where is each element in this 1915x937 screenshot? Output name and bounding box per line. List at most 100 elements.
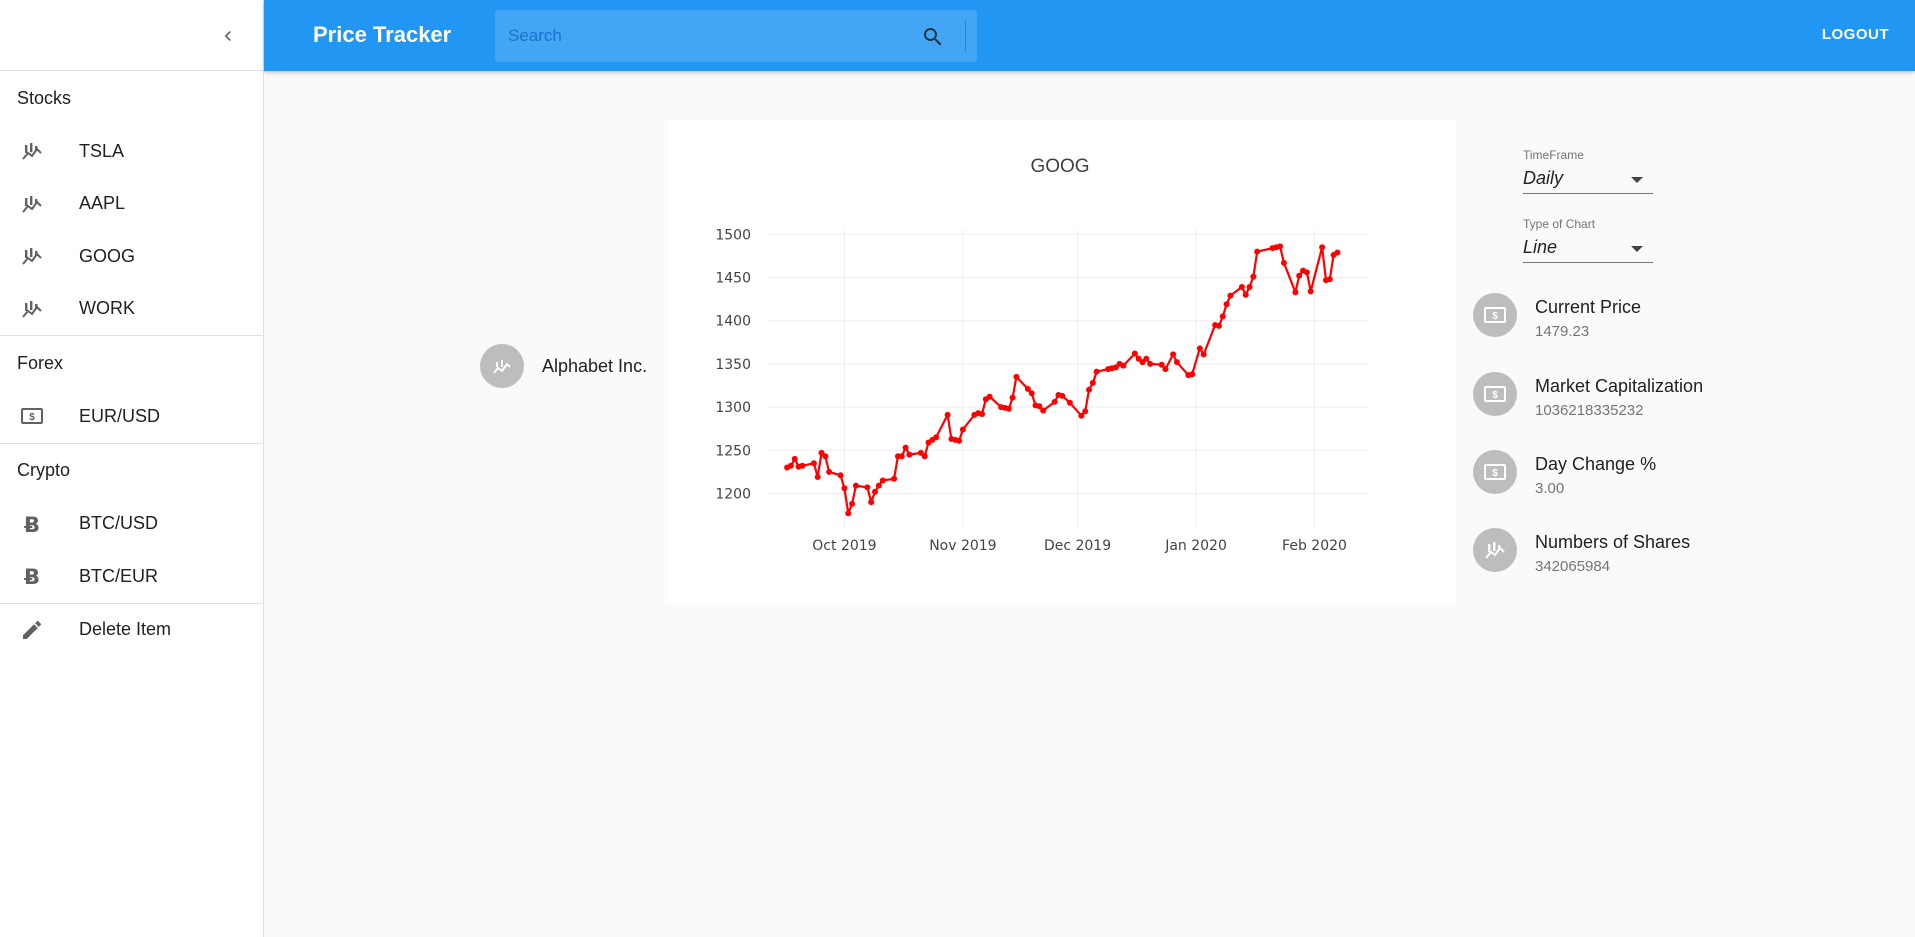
- svg-text:Ƀ: Ƀ: [24, 565, 40, 588]
- sidebar-item-work[interactable]: WORK: [0, 283, 263, 336]
- data-point: [1162, 366, 1169, 373]
- data-point: [1059, 392, 1066, 399]
- logout-button[interactable]: LOGOUT: [1822, 26, 1889, 43]
- data-point: [1131, 350, 1138, 357]
- stat-numbers-of-shares: Numbers of Shares 342065984: [1473, 528, 1690, 575]
- data-point: [1246, 284, 1253, 291]
- data-point: [1254, 248, 1261, 255]
- svg-text:$: $: [1492, 390, 1498, 401]
- sidebar-item-label: WORK: [79, 298, 135, 319]
- sidebar-section-crypto: Crypto Ƀ BTC/USD Ƀ BTC/EUR: [0, 444, 263, 604]
- chart-icon: [0, 192, 79, 216]
- chevron-left-icon: [224, 31, 231, 41]
- search-button[interactable]: [919, 23, 947, 51]
- y-tick-label: 1500: [715, 227, 751, 243]
- chart-icon: [0, 297, 79, 321]
- data-point: [872, 488, 879, 495]
- data-point: [1303, 269, 1310, 276]
- data-point: [933, 434, 940, 441]
- data-point: [898, 453, 905, 460]
- stat-value: 1479.23: [1535, 323, 1590, 340]
- search-input[interactable]: [508, 10, 908, 62]
- sidebar-item-label: GOOG: [79, 245, 136, 266]
- pencil-icon: [0, 618, 79, 642]
- sidebar-header: [0, 0, 263, 71]
- sidebar-section-header: Crypto: [17, 460, 71, 480]
- sidebar-item-label: EUR/USD: [79, 405, 161, 426]
- data-point: [841, 485, 848, 492]
- data-point: [1223, 301, 1230, 308]
- chart-title: GOOG: [1030, 156, 1089, 177]
- stat-current-price: $ Current Price 1479.23: [1473, 293, 1641, 340]
- data-point: [1147, 360, 1154, 367]
- y-tick-label: 1450: [715, 271, 751, 287]
- timeframe-label: TimeFrame: [1523, 148, 1584, 162]
- chart-icon: [493, 360, 511, 374]
- sidebar-item-tsla[interactable]: TSLA: [0, 125, 263, 178]
- y-tick-label: 1300: [715, 400, 751, 416]
- collapse-sidebar-button[interactable]: [212, 20, 244, 52]
- data-point: [787, 462, 794, 469]
- chart-type-select[interactable]: Line: [1523, 235, 1653, 263]
- search-icon: [924, 28, 942, 46]
- y-tick-label: 1250: [715, 443, 751, 459]
- data-point: [1196, 345, 1203, 352]
- data-point: [791, 455, 798, 462]
- stat-market-capitalization: $ Market Capitalization 1036218335232: [1473, 372, 1703, 419]
- data-point: [986, 393, 993, 400]
- data-point: [906, 451, 913, 458]
- data-point: [799, 462, 806, 469]
- data-point: [1005, 405, 1012, 412]
- dropdown-caret-icon: [1631, 246, 1643, 252]
- data-point: [1292, 289, 1299, 296]
- sidebar-section-header: Stocks: [17, 87, 72, 108]
- timeframe-select[interactable]: Daily: [1523, 166, 1653, 194]
- money-icon: $: [1473, 293, 1517, 337]
- stat-day-change: $ Day Change % 3.00: [1473, 450, 1656, 497]
- data-point: [1009, 394, 1016, 401]
- data-point: [1120, 362, 1127, 369]
- data-point: [1227, 292, 1234, 299]
- data-point: [1086, 386, 1093, 393]
- data-point: [1200, 351, 1207, 358]
- svg-text:Ƀ: Ƀ: [24, 513, 40, 536]
- data-point: [1326, 276, 1333, 283]
- data-point: [979, 410, 986, 417]
- sidebar-item-btc-eur[interactable]: Ƀ BTC/EUR: [0, 550, 263, 603]
- data-point: [814, 474, 821, 481]
- data-point: [868, 499, 875, 506]
- sidebar-item-btc-usd[interactable]: Ƀ BTC/USD: [0, 498, 263, 551]
- svg-text:$: $: [1492, 468, 1498, 479]
- sidebar-section-stocks: Stocks TSLA AAPL GOOG WORK: [0, 71, 263, 336]
- x-tick-label: Oct 2019: [812, 538, 876, 554]
- data-point: [944, 411, 951, 418]
- price-chart: GOOG 1200 1250 1300 1350 1400 1450 1500 Oct 2019…: [715, 156, 1368, 554]
- delete-item-button[interactable]: Delete Item: [0, 604, 263, 656]
- stat-title: Current Price: [1535, 297, 1642, 317]
- app-title: Price Tracker: [313, 22, 452, 47]
- data-point: [826, 468, 833, 475]
- sidebar-item-eur-usd[interactable]: $ EUR/USD: [0, 390, 263, 443]
- y-tick-label: 1400: [715, 314, 751, 330]
- timeframe-control: TimeFrame Daily: [1523, 148, 1653, 194]
- money-icon: $: [1473, 372, 1517, 416]
- svg-text:$: $: [1492, 311, 1498, 322]
- money-icon: $: [1473, 450, 1517, 494]
- data-point: [1219, 313, 1226, 320]
- stat-title: Numbers of Shares: [1535, 532, 1691, 552]
- stat-value: 1036218335232: [1535, 402, 1644, 419]
- data-point: [1173, 359, 1180, 366]
- sidebar-item-label: BTC/USD: [79, 513, 159, 534]
- sidebar-item-goog[interactable]: GOOG: [0, 230, 263, 283]
- x-tick-label: Dec 2019: [1044, 538, 1111, 554]
- chart-type-label: Type of Chart: [1523, 217, 1596, 231]
- chart-icon: [0, 244, 79, 268]
- chart-icon: [1473, 528, 1517, 572]
- data-point: [956, 437, 963, 444]
- sidebar-item-aapl[interactable]: AAPL: [0, 178, 263, 231]
- stat-value: 342065984: [1535, 558, 1611, 575]
- company-info: Alphabet Inc.: [480, 344, 647, 388]
- app-bar: Price Tracker LOGOUT: [264, 0, 1915, 71]
- data-point: [845, 510, 852, 517]
- chart-type-value: Line: [1523, 237, 1558, 257]
